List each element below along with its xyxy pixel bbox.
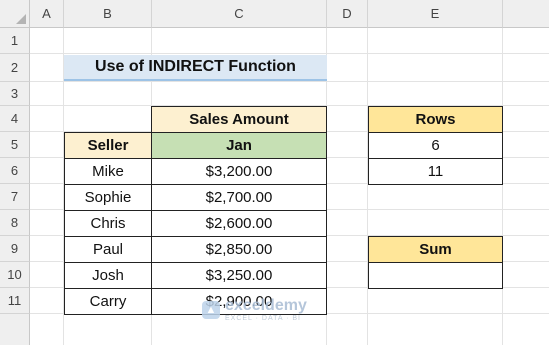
column-header-a[interactable]: A <box>30 0 64 28</box>
watermark-text: exceldemy EXCEL · DATA · BI <box>225 297 307 323</box>
seller-cell[interactable]: Paul <box>64 236 152 263</box>
gridline <box>367 28 368 345</box>
column-header-d[interactable]: D <box>327 0 368 28</box>
row-header-3[interactable]: 3 <box>0 82 30 106</box>
seller-cell[interactable]: Chris <box>64 210 152 237</box>
row-header-8[interactable]: 8 <box>0 210 30 236</box>
row-header-7[interactable]: 7 <box>0 184 30 210</box>
exceldemy-watermark: ▲ exceldemy EXCEL · DATA · BI <box>202 298 307 322</box>
sales-amount-header[interactable]: Sales Amount <box>151 106 327 133</box>
seller-cell[interactable]: Sophie <box>64 184 152 211</box>
column-header-e[interactable]: E <box>368 0 503 28</box>
gridline <box>502 28 503 345</box>
rows-value-cell[interactable]: 6 <box>368 132 503 159</box>
select-all-corner[interactable] <box>0 0 30 28</box>
row-header-empty <box>0 314 30 345</box>
seller-cell[interactable]: Carry <box>64 288 152 315</box>
rows-header[interactable]: Rows <box>368 106 503 133</box>
watermark-tagline: EXCEL · DATA · BI <box>225 315 301 322</box>
jan-header[interactable]: Jan <box>151 132 327 159</box>
row-header-4[interactable]: 4 <box>0 106 30 132</box>
amount-cell[interactable]: $2,700.00 <box>151 184 327 211</box>
sum-value-cell[interactable] <box>368 262 503 289</box>
amount-cell[interactable]: $3,250.00 <box>151 262 327 289</box>
seller-cell[interactable]: Josh <box>64 262 152 289</box>
row-header-1[interactable]: 1 <box>0 28 30 54</box>
gridline <box>30 81 549 82</box>
row-header-11[interactable]: 11 <box>0 288 30 314</box>
row-header-10[interactable]: 10 <box>0 262 30 288</box>
amount-cell[interactable]: $2,600.00 <box>151 210 327 237</box>
column-header-empty <box>503 0 549 28</box>
sum-header[interactable]: Sum <box>368 236 503 263</box>
amount-cell[interactable]: $3,200.00 <box>151 158 327 185</box>
row-header-6[interactable]: 6 <box>0 158 30 184</box>
seller-header[interactable]: Seller <box>64 132 152 159</box>
row-header-2[interactable]: 2 <box>0 54 30 82</box>
amount-cell[interactable]: $2,850.00 <box>151 236 327 263</box>
exceldemy-logo-icon: ▲ <box>202 301 220 319</box>
row-header-9[interactable]: 9 <box>0 236 30 262</box>
select-all-triangle-icon <box>16 14 26 24</box>
row-header-5[interactable]: 5 <box>0 132 30 158</box>
column-header-c[interactable]: C <box>152 0 327 28</box>
column-header-b[interactable]: B <box>64 0 152 28</box>
watermark-name: exceldemy <box>225 297 307 314</box>
seller-cell[interactable]: Mike <box>64 158 152 185</box>
sheet-title[interactable]: Use of INDIRECT Function <box>64 55 327 81</box>
rows-value-cell[interactable]: 11 <box>368 158 503 185</box>
gridline <box>30 53 549 54</box>
